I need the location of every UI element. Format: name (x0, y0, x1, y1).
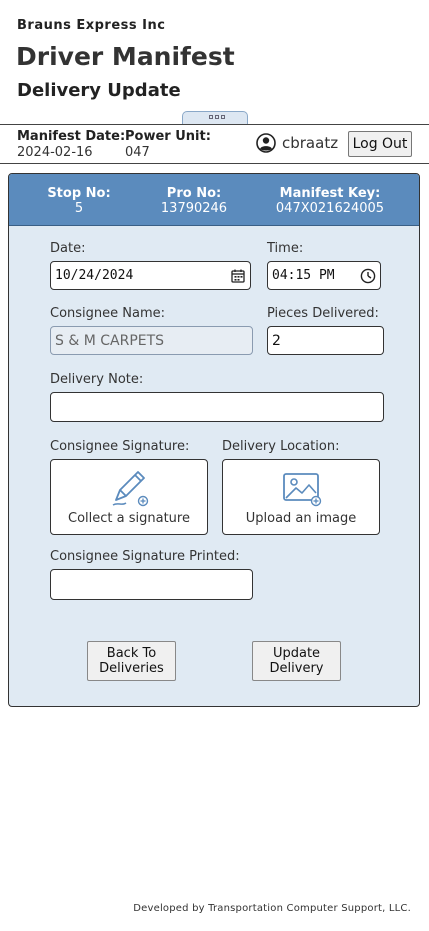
signature-printed-input[interactable] (50, 569, 253, 600)
delivery-card: Stop No: 5 Pro No: 13790246 Manifest Key… (8, 173, 420, 707)
pro-number: Pro No: 13790246 (144, 186, 244, 216)
manifest-date-label: Manifest Date: (17, 129, 126, 144)
time-input[interactable]: 04:15 PM (267, 261, 381, 290)
signature-printed-label: Consignee Signature Printed: (50, 549, 240, 564)
user-info: cbraatz (256, 133, 338, 153)
stop-summary-bar: Stop No: 5 Pro No: 13790246 Manifest Key… (9, 174, 419, 226)
upload-image-button[interactable]: Upload an image (222, 459, 380, 535)
handle-dots-icon (209, 115, 225, 119)
pro-number-label: Pro No: (166, 186, 222, 201)
consignee-signature-label: Consignee Signature: (50, 439, 190, 454)
app-title: Driver Manifest (16, 42, 235, 71)
manifest-date-value: 2024-02-16 (17, 145, 93, 160)
image-upload-icon (283, 473, 322, 507)
time-input-value: 04:15 PM (272, 268, 335, 283)
page-title: Delivery Update (17, 80, 181, 101)
consignee-name-input (50, 326, 253, 355)
delivery-note-label: Delivery Note: (50, 372, 144, 387)
update-delivery-button[interactable]: Update Delivery (252, 641, 341, 681)
date-input[interactable]: 10/24/2024 (50, 261, 251, 290)
manifest-key-label: Manifest Key: (279, 186, 381, 201)
log-out-button[interactable]: Log Out (348, 131, 412, 157)
username: cbraatz (282, 134, 339, 152)
signature-pen-icon (112, 471, 149, 507)
calendar-icon[interactable] (230, 268, 246, 284)
stop-number-label: Stop No: (47, 186, 111, 201)
manifest-key: Manifest Key: 047X021624005 (267, 186, 393, 216)
update-button-line2: Delivery (269, 661, 324, 676)
company-name: Brauns Express Inc (17, 18, 166, 33)
header-divider-bottom (0, 163, 429, 164)
collect-signature-button[interactable]: Collect a signature (50, 459, 208, 535)
account-circle-icon (256, 133, 276, 153)
header-divider-top (0, 124, 429, 125)
power-unit-value: 047 (125, 145, 150, 160)
stop-number-value: 5 (74, 201, 84, 216)
time-label: Time: (267, 241, 304, 256)
back-button-line2: Deliveries (99, 661, 164, 676)
power-unit-label: Power Unit: (125, 129, 211, 144)
upload-image-label: Upload an image (245, 511, 357, 526)
delivery-location-label: Delivery Location: (222, 439, 340, 454)
stop-number: Stop No: 5 (31, 186, 127, 216)
pieces-delivered-input[interactable] (267, 326, 384, 355)
delivery-note-input[interactable] (50, 392, 384, 422)
back-button-line1: Back To (106, 646, 157, 661)
collapse-tab-handle[interactable] (182, 111, 248, 125)
update-button-line1: Update (272, 646, 321, 661)
consignee-name-label: Consignee Name: (50, 306, 166, 321)
date-input-value: 10/24/2024 (55, 268, 134, 283)
pieces-delivered-label: Pieces Delivered: (267, 306, 379, 321)
clock-icon[interactable] (360, 268, 376, 284)
date-label: Date: (50, 241, 86, 256)
manifest-key-value: 047X021624005 (275, 201, 385, 216)
collect-signature-label: Collect a signature (68, 511, 190, 526)
developer-credit: Developed by Transportation Computer Sup… (133, 903, 411, 914)
pro-number-value: 13790246 (160, 201, 228, 216)
back-to-deliveries-button[interactable]: Back To Deliveries (87, 641, 176, 681)
